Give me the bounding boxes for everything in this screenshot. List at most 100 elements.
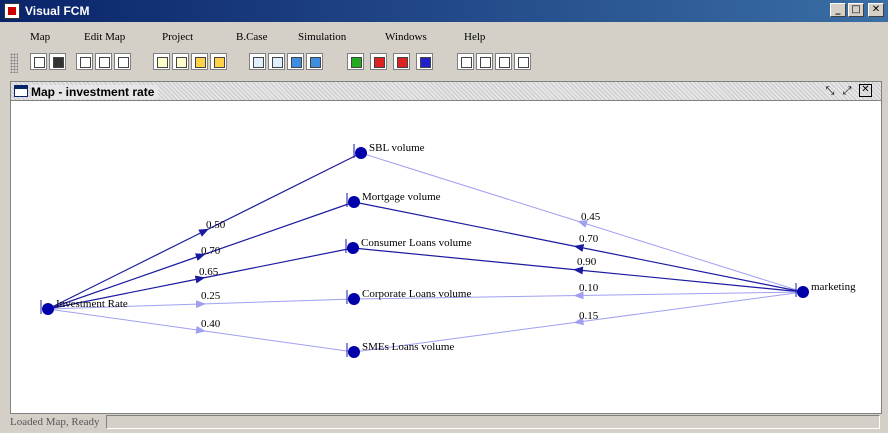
edge-weight-label: 0.90 xyxy=(577,256,597,268)
edge-marketing-sbl[interactable]: 0.45 xyxy=(360,152,804,293)
new-button[interactable] xyxy=(30,53,47,70)
node-circle[interactable] xyxy=(347,242,359,254)
blue-flag-icon xyxy=(420,57,431,68)
node-label: Corporate Loans volume xyxy=(362,288,471,300)
edge-weight-label: 0.70 xyxy=(201,245,221,257)
page-edit-button[interactable] xyxy=(268,53,285,70)
map-canvas[interactable]: 0.50 0.70 0.65 0.25 0.40 0.45 0.70 0.90 0.10 0.15… xyxy=(11,101,881,413)
page-icon xyxy=(253,57,264,68)
edge-weight-label: 0.70 xyxy=(579,233,599,245)
menu-simulation[interactable]: Simulation xyxy=(298,31,346,43)
node-corporate[interactable]: Corporate Loans volume xyxy=(346,288,471,305)
menu-bcase[interactable]: B.Case xyxy=(236,31,267,43)
app-title: Visual FCM xyxy=(25,4,90,18)
paste-icon xyxy=(118,57,129,68)
clipboard-icon xyxy=(480,57,491,68)
doc-edit-icon xyxy=(176,57,187,68)
edge-investment-smes[interactable]: 0.40 xyxy=(47,308,355,353)
toolbar-grip[interactable] xyxy=(10,53,18,73)
cut-button[interactable] xyxy=(76,53,93,70)
printer-icon xyxy=(499,57,510,68)
node-label: SBL volume xyxy=(369,142,425,154)
close-doc-icon[interactable]: ✕ xyxy=(859,84,872,97)
edge-investment-sbl[interactable]: 0.50 xyxy=(47,152,362,310)
add-node-button[interactable] xyxy=(191,53,208,70)
network-icon xyxy=(461,57,472,68)
node-circle[interactable] xyxy=(42,303,54,315)
minimize-button[interactable]: _ xyxy=(830,3,846,17)
doc-button[interactable] xyxy=(153,53,170,70)
edge-line[interactable] xyxy=(47,308,355,353)
menu-map[interactable]: Map xyxy=(30,31,50,43)
page-edit-icon xyxy=(272,57,283,68)
node-label: Consumer Loans volume xyxy=(361,237,472,249)
node-label: Investment Rate xyxy=(56,298,128,310)
menubar: Map Edit Map Project B.Case Simulation W… xyxy=(0,28,888,46)
fcm-graph[interactable]: 0.50 0.70 0.65 0.25 0.40 0.45 0.70 0.90 0.10 0.15… xyxy=(11,101,881,413)
clipboard-button[interactable] xyxy=(476,53,493,70)
status-panel xyxy=(106,415,880,429)
app-icon xyxy=(4,3,20,19)
menu-windows[interactable]: Windows xyxy=(385,31,427,43)
node-mortgage[interactable]: Mortgage volume xyxy=(346,191,441,208)
node-label: marketing xyxy=(811,281,856,293)
network-button[interactable] xyxy=(457,53,474,70)
node-consumer[interactable]: Consumer Loans volume xyxy=(345,237,472,254)
maximize-icon[interactable]: ⤢ xyxy=(840,84,854,98)
window-icon xyxy=(14,85,28,97)
table-button[interactable] xyxy=(514,53,531,70)
edge-marketing-consumer[interactable]: 0.90 xyxy=(352,247,804,293)
printer-button[interactable] xyxy=(495,53,512,70)
toolbar xyxy=(0,50,888,76)
remove-node-icon xyxy=(214,57,225,68)
add-node-icon xyxy=(195,57,206,68)
red-flag-icon xyxy=(374,57,385,68)
red-green-flag-button[interactable] xyxy=(393,53,410,70)
edge-weight-label: 0.50 xyxy=(206,219,226,231)
table-icon xyxy=(518,57,529,68)
maximize-button[interactable]: □ xyxy=(848,3,864,17)
node-label: Mortgage volume xyxy=(362,191,441,203)
node-circle[interactable] xyxy=(348,196,360,208)
restore-icon[interactable]: ⤡ xyxy=(823,84,837,98)
document-titlebar: Map - investment rate ⤡ ⤢ ✕ xyxy=(11,82,881,101)
cut-icon xyxy=(80,57,91,68)
save-button[interactable] xyxy=(49,53,66,70)
remove-edge-icon xyxy=(310,57,321,68)
status-text: Loaded Map, Ready xyxy=(10,416,100,428)
edge-weight-label: 0.65 xyxy=(199,266,219,278)
save-icon xyxy=(53,57,64,68)
edge-weight-label: 0.10 xyxy=(579,282,599,294)
new-icon xyxy=(34,57,45,68)
edge-line[interactable] xyxy=(352,247,804,293)
menu-help[interactable]: Help xyxy=(464,31,485,43)
node-circle[interactable] xyxy=(348,346,360,358)
page-button[interactable] xyxy=(249,53,266,70)
node-circle[interactable] xyxy=(355,147,367,159)
blue-flag-button[interactable] xyxy=(416,53,433,70)
document-title: Map - investment rate xyxy=(31,85,159,99)
copy-button[interactable] xyxy=(95,53,112,70)
red-green-flag-icon xyxy=(397,57,408,68)
edge-weight-label: 0.15 xyxy=(579,310,599,322)
edge-weight-label: 0.25 xyxy=(201,290,221,302)
remove-edge-button[interactable] xyxy=(306,53,323,70)
remove-node-button[interactable] xyxy=(210,53,227,70)
node-sbl[interactable]: SBL volume xyxy=(353,142,425,159)
close-button[interactable]: ✕ xyxy=(868,3,884,17)
paste-button[interactable] xyxy=(114,53,131,70)
red-flag-button[interactable] xyxy=(370,53,387,70)
add-edge-button[interactable] xyxy=(287,53,304,70)
green-flag-icon xyxy=(351,57,362,68)
node-smes[interactable]: SMEs Loans volume xyxy=(346,341,454,358)
doc-edit-button[interactable] xyxy=(172,53,189,70)
app-titlebar: Visual FCM _ □ ✕ xyxy=(0,0,888,22)
edge-line[interactable] xyxy=(47,152,362,310)
node-marketing[interactable]: marketing xyxy=(795,281,856,298)
node-circle[interactable] xyxy=(348,293,360,305)
status-bar: Loaded Map, Ready xyxy=(0,413,888,431)
green-flag-button[interactable] xyxy=(347,53,364,70)
menu-project[interactable]: Project xyxy=(162,31,193,43)
menu-edit-map[interactable]: Edit Map xyxy=(84,31,125,43)
node-circle[interactable] xyxy=(797,286,809,298)
